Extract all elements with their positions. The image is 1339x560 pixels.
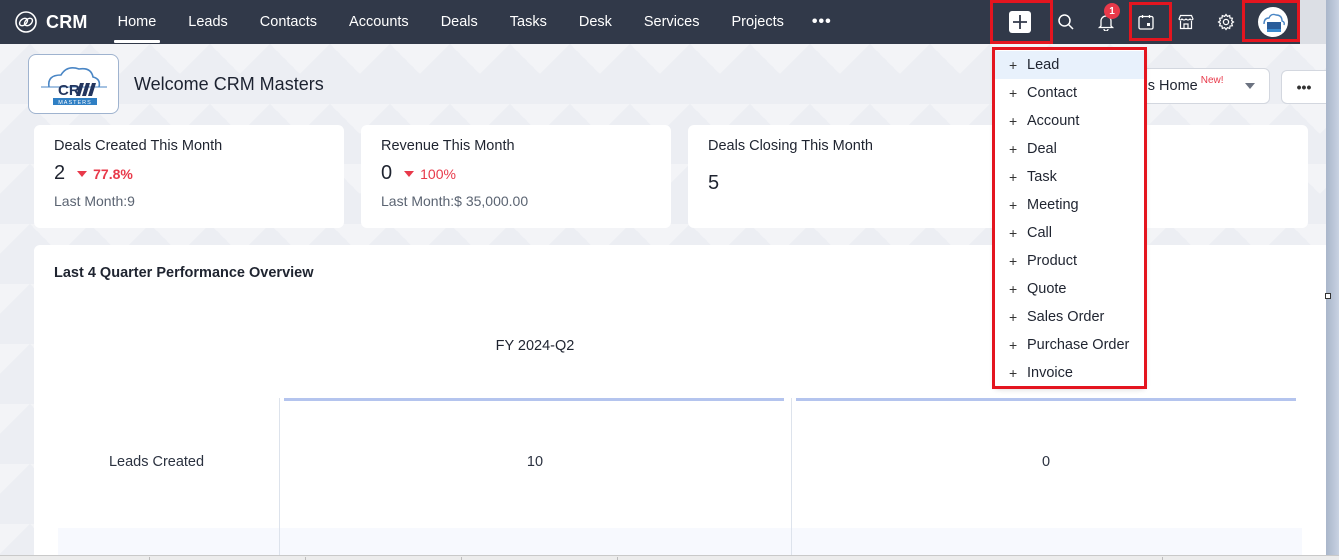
highlight-create-menu bbox=[992, 47, 1147, 389]
home-view-value: 's Home bbox=[1145, 78, 1198, 94]
resize-handle[interactable] bbox=[1325, 293, 1331, 299]
notification-badge: 1 bbox=[1104, 3, 1120, 19]
column-divider bbox=[791, 398, 792, 560]
tab-tasks[interactable]: Tasks bbox=[494, 0, 563, 44]
stat-delta: 100% bbox=[404, 166, 456, 182]
quarter-header: FY 2024-Q2 bbox=[495, 338, 575, 354]
stat-delta-value: 77.8% bbox=[93, 165, 133, 182]
table-cell: 10 bbox=[526, 454, 544, 470]
stat-value: 5 bbox=[708, 172, 720, 194]
row-label: Leads Created bbox=[108, 454, 205, 470]
svg-text:MASTERS: MASTERS bbox=[58, 100, 92, 106]
stat-value: 2 bbox=[54, 162, 66, 184]
column-divider bbox=[279, 398, 280, 560]
stat-card-deals-created[interactable]: Deals Created This Month 2 77.8% Last Mo… bbox=[34, 125, 344, 228]
tab-services[interactable]: Services bbox=[628, 0, 716, 44]
marketplace-button[interactable] bbox=[1176, 0, 1196, 44]
stat-delta-value: 100% bbox=[420, 165, 456, 182]
stat-card-revenue[interactable]: Revenue This Month 0 100% Last Month:$ 3… bbox=[361, 125, 671, 228]
tab-projects[interactable]: Projects bbox=[716, 0, 800, 44]
stat-title: Revenue This Month bbox=[381, 138, 515, 154]
table-cell: 0 bbox=[1041, 454, 1051, 470]
highlight-create bbox=[990, 0, 1053, 44]
stat-delta: 77.8% bbox=[77, 166, 133, 182]
search-button[interactable] bbox=[1056, 0, 1076, 44]
quarter-bar bbox=[284, 398, 784, 401]
tab-contacts[interactable]: Contacts bbox=[244, 0, 333, 44]
tab-desk[interactable]: Desk bbox=[563, 0, 628, 44]
brand[interactable]: CRM bbox=[14, 10, 88, 34]
down-arrow-icon bbox=[77, 170, 88, 177]
more-tabs-button[interactable]: ••• bbox=[800, 13, 844, 31]
quarter-bar bbox=[796, 398, 1296, 401]
chevron-down-icon bbox=[1245, 83, 1255, 89]
stat-value: 0 bbox=[381, 162, 393, 184]
tab-deals[interactable]: Deals bbox=[425, 0, 494, 44]
bottom-bar bbox=[0, 555, 1339, 560]
more-options-button[interactable]: ••• bbox=[1281, 70, 1326, 104]
down-arrow-icon bbox=[404, 170, 415, 177]
home-view-select[interactable]: 's Home New! bbox=[1130, 68, 1270, 104]
crm-logo-icon bbox=[15, 11, 37, 33]
app-name: CRM bbox=[46, 11, 88, 32]
tab-home[interactable]: Home bbox=[102, 0, 173, 44]
marketplace-icon bbox=[1178, 14, 1194, 30]
org-logo[interactable]: CR MASTERS bbox=[28, 54, 119, 114]
stat-sub: Last Month:9 bbox=[54, 193, 135, 209]
stat-sub: Last Month:$ 35,000.00 bbox=[381, 193, 529, 209]
tab-accounts[interactable]: Accounts bbox=[333, 0, 425, 44]
welcome-title: Welcome CRM Masters bbox=[134, 74, 324, 94]
nav-filler bbox=[1300, 0, 1326, 44]
settings-button[interactable] bbox=[1216, 0, 1236, 44]
stat-title: Deals Created This Month bbox=[54, 138, 223, 154]
gear-icon bbox=[1217, 13, 1235, 31]
highlight-profile bbox=[1242, 0, 1300, 42]
panel-title: Last 4 Quarter Performance Overview bbox=[54, 265, 314, 281]
crm-masters-logo-icon: CR MASTERS bbox=[40, 67, 107, 106]
search-icon bbox=[1058, 14, 1074, 30]
logo-text: CR bbox=[58, 82, 80, 99]
new-badge: New! bbox=[1200, 74, 1224, 86]
highlight-calendar bbox=[1129, 2, 1172, 41]
tab-leads[interactable]: Leads bbox=[172, 0, 244, 44]
side-panel-edge[interactable] bbox=[1326, 0, 1339, 560]
